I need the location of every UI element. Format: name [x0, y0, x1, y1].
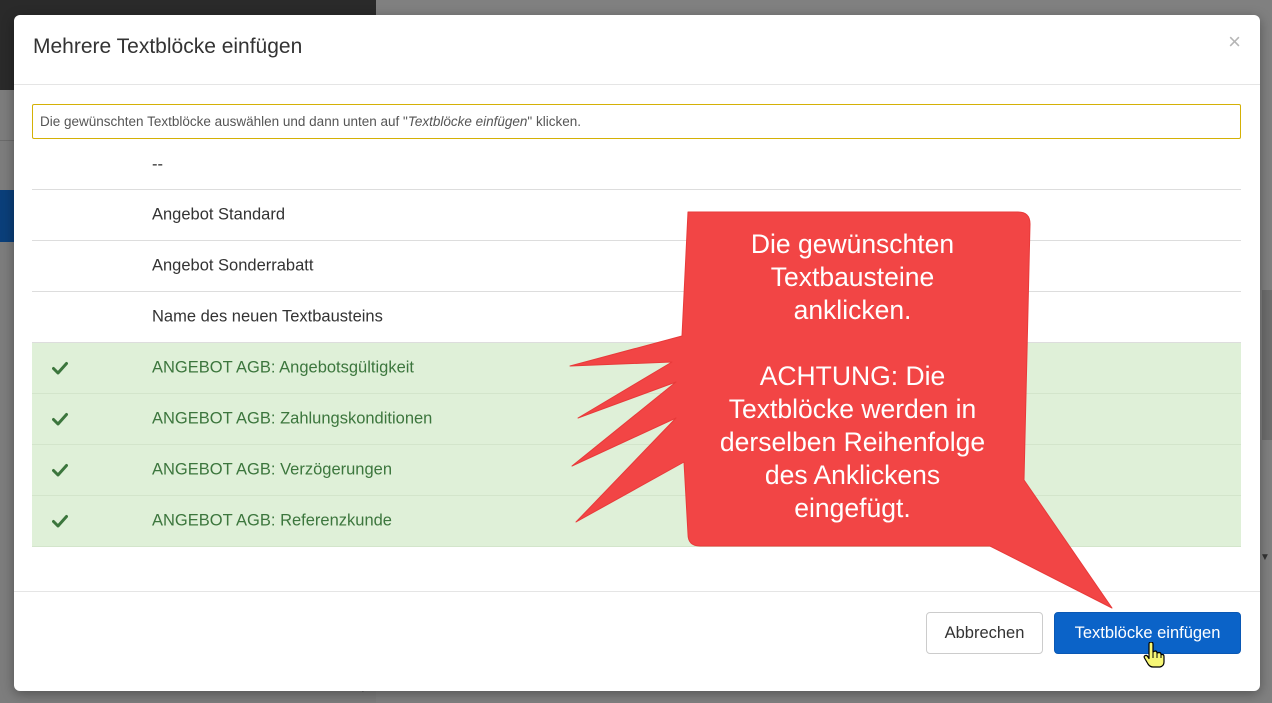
- callout-line: des Anklickens: [764, 460, 941, 490]
- callout-line: eingefügt.: [794, 493, 911, 523]
- callout-line: Die gewünschten: [750, 229, 955, 259]
- close-icon[interactable]: ×: [1228, 31, 1241, 53]
- list-item-label: ANGEBOT AGB: Zahlungskonditionen: [152, 409, 433, 428]
- modal-footer: Abbrechen Textblöcke einfügen: [14, 591, 1260, 691]
- list-item-label: --: [152, 155, 163, 173]
- hint-suffix: " klicken.: [527, 114, 581, 129]
- list-item-label: Angebot Standard: [152, 205, 286, 224]
- check-icon: [52, 362, 68, 375]
- callout-line: anklicken.: [793, 295, 912, 325]
- list-item-label: Name des neuen Textbausteins: [152, 307, 383, 326]
- check-icon: [52, 464, 68, 477]
- hint-prefix: Die gewünschten Textblöcke auswählen und…: [40, 114, 408, 129]
- check-icon: [52, 413, 68, 426]
- cancel-button[interactable]: Abbrechen: [926, 612, 1043, 654]
- list-item-selected[interactable]: ANGEBOT AGB: Verzögerungen: [32, 445, 1241, 496]
- background-active-item: [0, 190, 14, 242]
- modal-dialog: Mehrere Textblöcke einfügen × Die gewüns…: [14, 15, 1260, 691]
- modal-header: Mehrere Textblöcke einfügen ×: [14, 15, 1260, 85]
- callout-line: Textblöcke werden in: [728, 394, 977, 424]
- list-item-selected[interactable]: ANGEBOT AGB: Referenzkunde: [32, 496, 1241, 547]
- list-item-label: Angebot Sonderrabatt: [152, 256, 314, 275]
- list-item[interactable]: Angebot Sonderrabatt: [32, 241, 1241, 292]
- list-item-label: ANGEBOT AGB: Referenzkunde: [152, 511, 392, 530]
- callout-line: ACHTUNG: Die: [759, 361, 946, 391]
- hint-emphasis: Textblöcke einfügen: [407, 114, 528, 129]
- hand-pointer-icon: [1143, 642, 1165, 668]
- list-item[interactable]: --: [32, 140, 1241, 190]
- list-item[interactable]: Angebot Standard: [32, 190, 1241, 241]
- list-item-label: ANGEBOT AGB: Verzögerungen: [152, 460, 392, 479]
- modal-title: Mehrere Textblöcke einfügen: [33, 35, 303, 58]
- background-divider: [0, 140, 14, 141]
- list-item-label: ANGEBOT AGB: Angebotsgültigkeit: [152, 358, 415, 377]
- callout-line: [690, 327, 1015, 360]
- callout-text: Die gewünschten Textbausteine anklicken.…: [690, 228, 1015, 525]
- callout-line: Textbausteine: [770, 262, 935, 292]
- background-caret-icon: ▼: [1260, 552, 1270, 563]
- hint-box: Die gewünschten Textblöcke auswählen und…: [32, 104, 1241, 139]
- list-item[interactable]: Name des neuen Textbausteins: [32, 292, 1241, 343]
- list-item-selected[interactable]: ANGEBOT AGB: Angebotsgültigkeit: [32, 343, 1241, 394]
- list-item-selected[interactable]: ANGEBOT AGB: Zahlungskonditionen: [32, 394, 1241, 445]
- check-icon: [52, 515, 68, 528]
- background-scrollbar: [1262, 290, 1272, 440]
- textblock-list: -- Angebot Standard Angebot Sonderrabatt…: [32, 140, 1241, 547]
- callout-line: derselben Reihenfolge: [719, 427, 986, 457]
